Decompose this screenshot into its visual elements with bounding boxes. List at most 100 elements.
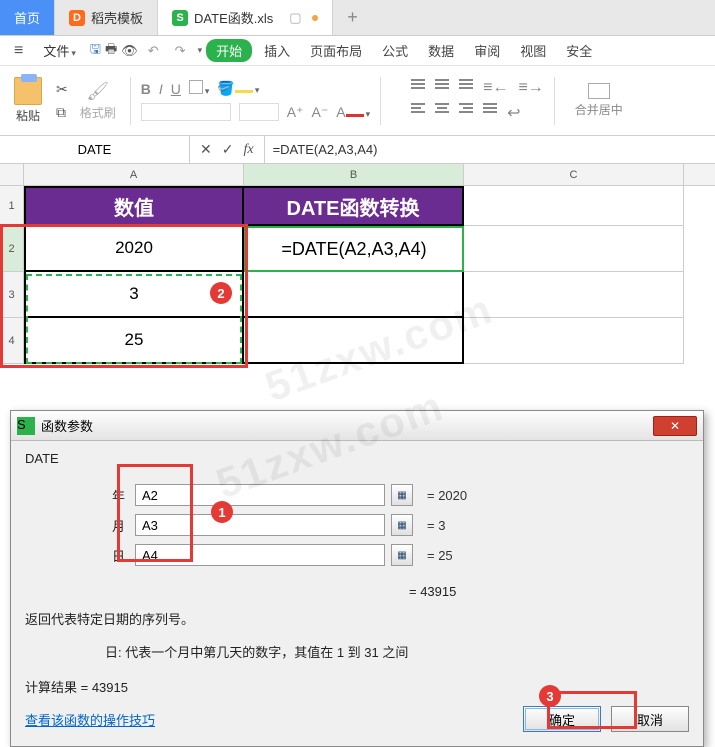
accept-formula-icon[interactable]: ✓ [222,141,234,158]
ribbon-tab-layout[interactable]: 页面布局 [302,39,370,62]
col-header-b[interactable]: B [244,164,464,185]
paste-button[interactable]: 粘贴 [8,77,48,124]
help-link[interactable]: 查看该函数的操作技巧 [25,710,155,729]
align-justify-button[interactable] [483,103,497,123]
dialog-titlebar[interactable]: S 函数参数 ✕ [11,411,703,441]
row-header-3[interactable]: 3 [0,272,24,318]
save-icon[interactable]: 🖫 [90,40,101,62]
cut-icon[interactable]: ✂ [56,81,68,98]
preview-icon[interactable]: 👁 [121,43,138,59]
file-menu[interactable]: 文件▾ [33,39,86,62]
row-header-2[interactable]: 2 [0,226,24,272]
function-name: DATE [25,451,689,466]
docer-icon: D [69,10,85,26]
merge-center-button[interactable]: 合并居中 [575,83,623,118]
font-color-button[interactable]: A▾ [336,104,370,120]
redo-icon[interactable]: ↷ [169,43,192,59]
cancel-formula-icon[interactable]: ✕ [200,141,212,158]
cell-b1[interactable]: DATE函数转换 [244,186,464,226]
arg-description: 日: 代表一个月中第几天的数字，其值在 1 到 31 之间 [25,642,689,661]
unsaved-dot-icon [312,15,318,21]
annotation-badge-1: 1 [211,501,233,523]
font-size-select[interactable] [239,103,279,121]
ribbon-tab-view[interactable]: 视图 [512,39,554,62]
print-icon[interactable]: 🖶 [105,40,117,62]
app-tabstrip: 首页 D稻壳模板 S DATE函数.xls ▢ + [0,0,715,36]
ref-picker-icon[interactable]: ▦ [391,514,413,536]
align-center-button[interactable] [435,103,449,123]
align-bottom-button[interactable] [459,79,473,97]
formula-input[interactable]: =DATE(A2,A3,A4) [265,136,715,163]
chevron-down-icon[interactable]: ▾ [198,45,203,56]
border-button[interactable]: ▾ [189,80,210,97]
cell-a4[interactable]: 25 [24,318,244,364]
indent-right-button[interactable]: ≡→ [518,79,543,97]
menu-icon[interactable]: ≡ [8,42,29,60]
select-all-corner[interactable] [0,164,24,185]
paste-icon [14,77,42,105]
arg-day-input[interactable] [135,544,385,566]
cell-a2[interactable]: 2020 [24,226,244,272]
align-middle-button[interactable] [435,79,449,97]
arg-year-result: = 2020 [427,488,467,503]
cell-b2[interactable]: =DATE(A2,A3,A4) [244,226,464,272]
arg-month-input[interactable] [135,514,385,536]
align-left-button[interactable] [411,103,425,123]
function-description: 返回代表特定日期的序列号。 [25,609,689,628]
brush-icon: 🖌 [86,81,109,102]
ribbon-tabs: ≡ 文件▾ 🖫 🖶 👁 ↶ ↷ ▾ 开始 插入 页面布局 公式 数据 审阅 视图… [0,36,715,66]
tab-home[interactable]: 首页 [0,0,55,35]
col-header-a[interactable]: A [24,164,244,185]
row-header-4[interactable]: 4 [0,318,24,364]
shrink-font-button[interactable]: A⁻ [311,104,328,121]
grow-font-button[interactable]: A⁺ [287,104,304,121]
italic-button[interactable]: I [159,81,163,97]
fx-icon[interactable]: fx [243,142,253,158]
row-header-1[interactable]: 1 [0,186,24,226]
cancel-button[interactable]: 取消 [611,706,689,732]
ribbon-tab-formula[interactable]: 公式 [374,39,416,62]
dialog-title: 函数参数 [41,416,93,435]
cell-c4[interactable] [464,318,684,364]
new-tab-button[interactable]: + [333,0,373,35]
ref-picker-icon[interactable]: ▦ [391,544,413,566]
format-brush-button[interactable]: 🖌 格式刷 [76,81,120,121]
ribbon-tab-security[interactable]: 安全 [558,39,600,62]
tab-document[interactable]: S DATE函数.xls ▢ [158,0,333,35]
copy-icon[interactable]: ⧉ [56,104,68,121]
ref-picker-icon[interactable]: ▦ [391,484,413,506]
arg-day-result: = 25 [427,548,453,563]
col-header-c[interactable]: C [464,164,684,185]
bold-button[interactable]: B [141,81,151,97]
ribbon-tab-insert[interactable]: 插入 [256,39,298,62]
font-select[interactable] [141,103,231,121]
ribbon-tab-data[interactable]: 数据 [420,39,462,62]
name-box[interactable]: DATE [0,136,190,163]
cell-b4[interactable] [244,318,464,364]
cell-a1[interactable]: 数值 [24,186,244,226]
align-top-button[interactable] [411,79,425,97]
align-right-button[interactable] [459,103,473,123]
ribbon-tab-start[interactable]: 开始 [206,39,252,62]
tab-templates[interactable]: D稻壳模板 [55,0,158,35]
ok-button[interactable]: 确定 [523,706,601,732]
fill-color-button[interactable]: 🪣▾ [217,80,259,97]
ribbon-tab-review[interactable]: 审阅 [466,39,508,62]
wrap-text-button[interactable]: ↩ [507,103,520,123]
ribbon-toolbar: 粘贴 ✂ ⧉ 🖌 格式刷 B I U ▾ 🪣▾ A⁺ A⁻ A▾ ≡← [0,66,715,136]
clipboard-mini: ✂ ⧉ [52,81,72,121]
cell-c3[interactable] [464,272,684,318]
function-args-dialog: S 函数参数 ✕ DATE 年 ▦ = 2020 月 ▦ = 3 日 ▦ = 2… [10,410,704,747]
cell-c2[interactable] [464,226,684,272]
indent-left-button[interactable]: ≡← [483,79,508,97]
undo-icon[interactable]: ↶ [142,43,165,59]
underline-button[interactable]: U [171,81,181,97]
arg-month-label: 月 [25,516,135,535]
dialog-close-button[interactable]: ✕ [653,416,697,436]
spreadsheet-grid: A B C 1 数值 DATE函数转换 2 2020 =DATE(A2,A3,A… [0,164,715,364]
arg-year-input[interactable] [135,484,385,506]
cell-c1[interactable] [464,186,684,226]
cell-b3[interactable] [244,272,464,318]
font-group: B I U ▾ 🪣▾ A⁺ A⁻ A▾ [141,80,370,121]
column-headers: A B C [0,164,715,186]
